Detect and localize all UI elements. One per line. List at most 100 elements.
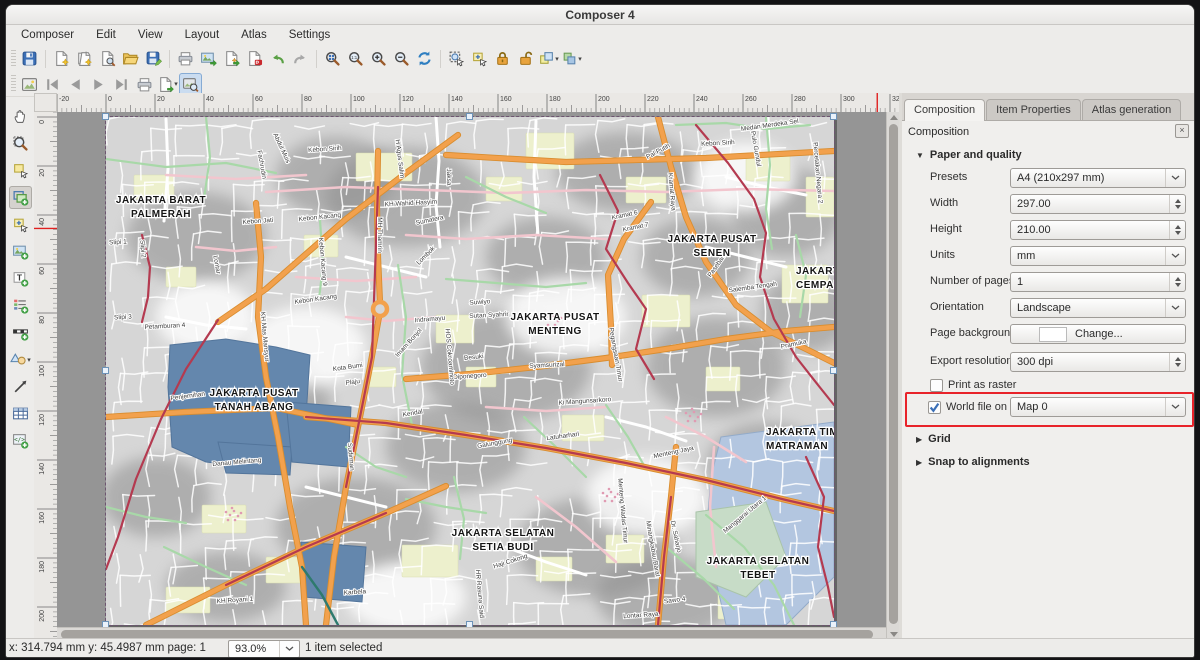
svg-text:40: 40 xyxy=(206,96,214,103)
tab-item-properties[interactable]: Item Properties xyxy=(986,99,1081,120)
zoom-tool-button[interactable] xyxy=(9,132,32,155)
row-number-of-pages: Number of pages 1 xyxy=(902,272,1194,292)
vertical-scrollbar[interactable] xyxy=(886,112,900,640)
page-background-button[interactable]: Change... xyxy=(1010,324,1186,344)
selection-handle[interactable] xyxy=(102,113,109,120)
spin-arrows-icon[interactable] xyxy=(1169,273,1185,291)
zoom-in-icon xyxy=(370,50,387,67)
selection-handle[interactable] xyxy=(102,367,109,374)
scroll-up-arrow[interactable] xyxy=(890,115,898,120)
redo-button[interactable] xyxy=(289,47,312,70)
add-basic-shape-button[interactable]: ▾ xyxy=(9,348,32,371)
move-item-content-button[interactable] xyxy=(468,47,491,70)
selection-handle[interactable] xyxy=(830,367,837,374)
add-scalebar-button[interactable] xyxy=(9,321,32,344)
duplicate-composer-button[interactable] xyxy=(73,47,96,70)
zoom-in-button[interactable] xyxy=(367,47,390,70)
add-attribute-table-button[interactable] xyxy=(9,402,32,425)
section-paper-and-quality[interactable]: ▼ Paper and quality xyxy=(916,149,1022,161)
selection-handle[interactable] xyxy=(466,621,473,627)
orientation-combo[interactable]: Landscape xyxy=(1010,298,1186,318)
add-new-map-button[interactable] xyxy=(9,186,32,209)
load-from-template-button[interactable] xyxy=(119,47,142,70)
titlebar[interactable]: Composer 4 xyxy=(6,5,1194,25)
add-image-button[interactable] xyxy=(9,240,32,263)
spin-arrows-icon[interactable] xyxy=(1169,195,1185,213)
export-as-image-button[interactable] xyxy=(197,47,220,70)
export-as-svg-button[interactable] xyxy=(220,47,243,70)
select-move-item-button[interactable] xyxy=(445,47,468,70)
add-html-frame-button[interactable]: </> xyxy=(9,429,32,452)
svg-text:40: 40 xyxy=(39,218,46,226)
undo-button[interactable] xyxy=(266,47,289,70)
units-combo[interactable]: mm xyxy=(1010,246,1186,266)
menu-settings[interactable]: Settings xyxy=(278,27,342,43)
add-label-button[interactable]: T xyxy=(9,267,32,290)
panel-close-icon[interactable]: × xyxy=(1175,124,1189,138)
selection-handle[interactable] xyxy=(102,621,109,627)
zoom-full-button[interactable] xyxy=(321,47,344,70)
new-composition-icon xyxy=(53,50,70,67)
composer-manager-button[interactable] xyxy=(96,47,119,70)
selection-handle[interactable] xyxy=(466,113,473,120)
section-snap-to-alignments[interactable]: ▶ Snap to alignments xyxy=(916,456,1030,468)
add-arrow-button[interactable] xyxy=(9,375,32,398)
print-as-raster-checkbox[interactable] xyxy=(930,379,943,392)
zoom-level-combo[interactable]: 93.0% xyxy=(228,640,300,657)
open-icon xyxy=(122,50,139,67)
width-spinbox[interactable]: 297.00 xyxy=(1010,194,1186,214)
save-as-template-button[interactable] xyxy=(142,47,165,70)
spin-arrows-icon[interactable] xyxy=(1169,221,1185,239)
main-toolbar: 1:1 ▾▾ xyxy=(6,45,1194,72)
zoom-out-button[interactable] xyxy=(390,47,413,70)
zoom-actual-size-button[interactable]: 1:1 xyxy=(344,47,367,70)
select-move-item-tool-button[interactable] xyxy=(9,159,32,182)
vscroll-thumb[interactable] xyxy=(889,124,898,624)
height-spinbox[interactable]: 210.00 xyxy=(1010,220,1186,240)
nav-first-icon xyxy=(44,76,61,93)
spin-arrows-icon[interactable] xyxy=(1169,353,1185,371)
refresh-view-button[interactable] xyxy=(413,47,436,70)
pan-composer-button[interactable] xyxy=(9,105,32,128)
map-item[interactable]: Medan Merdeka SelKebon SirihKebon SirihK… xyxy=(106,117,834,625)
print-button[interactable] xyxy=(174,47,197,70)
new-composer-button[interactable] xyxy=(50,47,73,70)
menu-view[interactable]: View xyxy=(127,27,174,43)
presets-combo[interactable]: A4 (210x297 mm) xyxy=(1010,168,1186,188)
selection-handle[interactable] xyxy=(830,621,837,627)
panel-tabbar: Composition Item Properties Atlas genera… xyxy=(902,93,1194,121)
add-legend-button[interactable] xyxy=(9,294,32,317)
pages-spinbox[interactable]: 1 xyxy=(1010,272,1186,292)
world-file-checkbox[interactable] xyxy=(928,401,941,414)
section-grid[interactable]: ▶ Grid xyxy=(916,433,951,445)
street-label: Suwiyo xyxy=(469,298,491,306)
raise-items-button[interactable]: ▾ xyxy=(560,47,583,70)
selection-handle[interactable] xyxy=(830,113,837,120)
menu-composer[interactable]: Composer xyxy=(10,27,85,43)
svg-text:200: 200 xyxy=(39,610,46,622)
horizontal-ruler[interactable]: -200204060801001201401601802002202402602… xyxy=(57,93,902,113)
tab-composition[interactable]: Composition xyxy=(904,99,985,121)
lock-items-button[interactable] xyxy=(491,47,514,70)
refresh-icon xyxy=(416,50,433,67)
district-label: SENEN xyxy=(694,248,731,259)
scroll-down-arrow[interactable] xyxy=(890,632,898,637)
svg-text:180: 180 xyxy=(549,96,561,103)
vertical-ruler[interactable]: 020406080100120140160180200 xyxy=(34,112,58,638)
save-project-button[interactable] xyxy=(18,47,41,70)
menu-layout[interactable]: Layout xyxy=(174,27,231,43)
unlock-items-button[interactable] xyxy=(514,47,537,70)
resolution-spinbox[interactable]: 300 dpi xyxy=(1010,352,1186,372)
menu-edit[interactable]: Edit xyxy=(85,27,127,43)
add-image-icon xyxy=(12,243,29,260)
group-items-button[interactable]: ▾ xyxy=(537,47,560,70)
export-as-pdf-button[interactable] xyxy=(243,47,266,70)
add-table-icon xyxy=(12,405,29,422)
dropdown-caret-icon: ▾ xyxy=(174,80,178,88)
move-content-tool-button[interactable] xyxy=(9,213,32,236)
tab-atlas-generation[interactable]: Atlas generation xyxy=(1082,99,1182,120)
nav-next-icon xyxy=(90,76,107,93)
world-file-map-combo[interactable]: Map 0 xyxy=(1010,397,1186,417)
composition-canvas[interactable]: Medan Merdeka SelKebon SirihKebon SirihK… xyxy=(57,112,886,627)
menu-atlas[interactable]: Atlas xyxy=(230,27,278,43)
